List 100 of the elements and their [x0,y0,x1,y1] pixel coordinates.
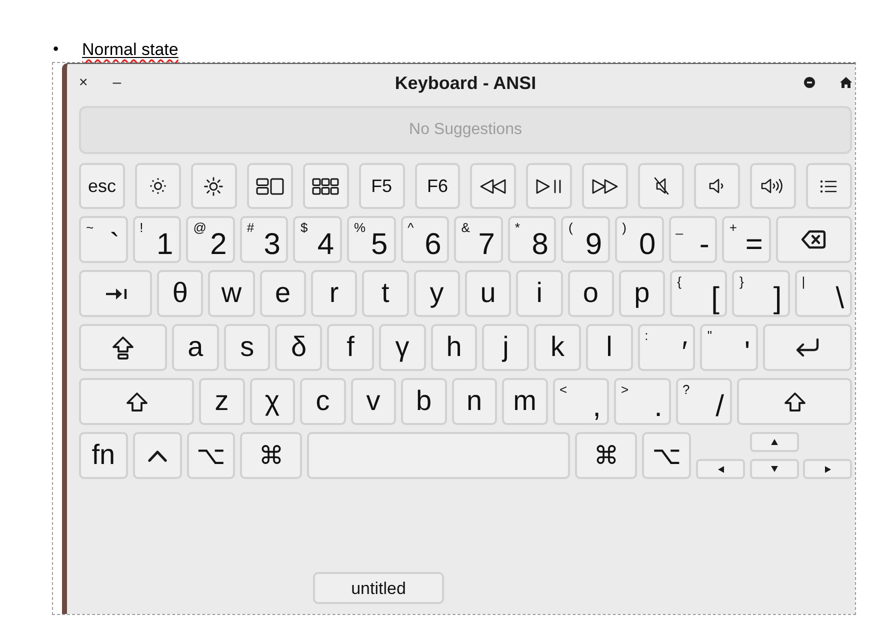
speaker-icon [709,178,726,194]
tab-key[interactable] [79,270,152,317]
character-key[interactable]: " ' [700,324,758,371]
fast-forward-icon [592,178,618,194]
character-key[interactable]: $ 4 [293,216,342,263]
character-key[interactable]: & 7 [454,216,503,263]
caps-lock-key[interactable] [79,324,167,371]
letter-key[interactable]: m [502,378,548,425]
character-key[interactable]: | \ [794,270,852,317]
shift-key[interactable] [79,378,194,425]
play-pause-key[interactable] [526,163,572,209]
keyboard-key[interactable]: esc [79,163,125,209]
document-tab-button[interactable]: untitled [313,572,444,604]
volume-down-key[interactable] [694,163,740,209]
volume-up-key[interactable] [750,163,796,209]
letter-key[interactable]: j [482,324,530,371]
character-key[interactable]: } ] [732,270,790,317]
caption-text: Normal state [82,39,178,61]
play-pause-icon [536,178,562,194]
character-key[interactable]: + = [722,216,771,263]
grid-icon [312,178,340,194]
character-key[interactable]: ~ ` [79,216,128,263]
character-key[interactable]: % 5 [347,216,396,263]
delete-key[interactable] [776,216,852,263]
letter-key[interactable]: y [414,270,460,317]
triangle-left-icon [718,466,724,472]
letter-key[interactable]: e [260,270,306,317]
character-key[interactable]: > . [614,378,670,425]
arrow-key[interactable] [696,459,745,479]
character-key[interactable]: @2 [186,216,235,263]
character-key[interactable]: _ - [668,216,718,263]
brightness-up-key[interactable] [190,163,237,209]
character-key[interactable]: ? / [676,378,732,425]
character-key[interactable]: # 3 [240,216,288,263]
option-key[interactable]: ⌥ [642,432,691,479]
shift-arrow-icon [126,392,148,412]
rewind-icon [480,178,506,194]
letter-key[interactable]: k [534,324,581,371]
letter-key[interactable]: o [568,270,614,317]
keyboard-key[interactable]: F5 [358,163,405,209]
character-key[interactable]: { [ [670,270,728,317]
letter-key[interactable]: f [327,324,374,371]
letter-key[interactable]: θ [157,270,204,317]
control-key[interactable] [132,432,182,479]
window-title: Keyboard - ANSI [394,74,536,92]
character-key[interactable]: : ′ [638,324,696,371]
letter-key[interactable]: χ [250,378,295,425]
character-key[interactable]: ) 0 [615,216,664,263]
command-key[interactable]: ⌘ [575,432,638,479]
minimize-button[interactable]: – [112,75,122,90]
letter-key[interactable]: u [464,270,512,317]
letter-key[interactable]: δ [275,324,322,371]
command-key[interactable]: ⌘ [240,432,302,479]
arrow-key[interactable] [750,459,798,479]
letter-key[interactable]: h [430,324,478,371]
letter-key[interactable]: a [172,324,219,371]
option-key[interactable]: ⌥ [186,432,236,479]
loud-speaker-icon [761,178,786,194]
arrow-key[interactable] [803,459,852,479]
letter-key[interactable]: z [199,378,244,425]
mute-key[interactable] [638,163,684,209]
close-button[interactable]: × [79,75,88,90]
list-icon [820,180,838,192]
minus-circle-icon[interactable] [804,77,815,88]
launchpad-key[interactable] [302,163,349,209]
letter-key[interactable]: t [362,270,409,317]
letter-key[interactable]: γ [378,324,426,371]
rewind-key[interactable] [470,163,516,209]
letter-key[interactable]: i [516,270,562,317]
keyboard-key[interactable]: fn [79,432,128,479]
home-icon[interactable] [840,77,852,88]
return-key[interactable] [763,324,852,371]
letter-key[interactable]: w [208,270,255,317]
character-key[interactable]: ^ 6 [400,216,450,263]
letter-key[interactable]: c [300,378,346,425]
shift-arrow-icon [784,392,806,412]
muted-speaker-icon [654,177,669,195]
suggestions-bar: No Suggestions [79,106,852,154]
triangle-right-icon [824,466,830,472]
letter-key[interactable]: v [350,378,396,425]
letter-key[interactable]: p [618,270,666,317]
character-key[interactable]: * 8 [508,216,556,263]
menu-key[interactable] [806,163,852,209]
caps-lock-icon [112,336,134,360]
return-arrow-icon [795,338,820,357]
windows-icon [256,178,284,194]
brightness-down-key[interactable] [134,163,181,209]
letter-key[interactable]: s [224,324,270,371]
keyboard-key[interactable]: F6 [414,163,460,209]
shift-key[interactable] [737,378,852,425]
letter-key[interactable]: b [401,378,446,425]
mission-control-key[interactable] [246,163,293,209]
character-key[interactable]: < , [552,378,609,425]
character-key[interactable]: ! 1 [132,216,182,263]
character-key[interactable]: ( 9 [561,216,610,263]
letter-key[interactable]: l [586,324,633,371]
fast-forward-key[interactable] [582,163,628,209]
letter-key[interactable]: n [452,378,497,425]
arrow-key[interactable] [750,432,798,452]
letter-key[interactable]: r [310,270,358,317]
